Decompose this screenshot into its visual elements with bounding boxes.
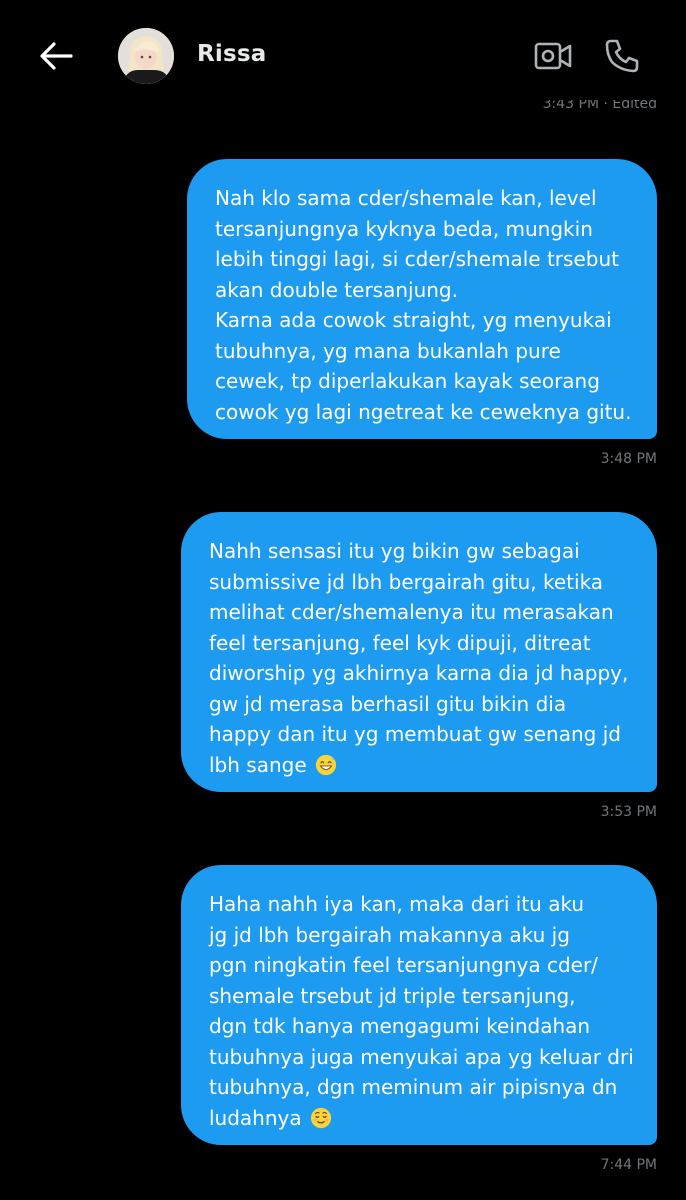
message-timestamp: 3:48 PM [600,451,657,467]
message-line: lebih tinggi lagi, si cder/shemale trseb… [215,247,619,271]
message-bubble[interactable]: Nahh sensasi itu yg bikin gw sebagai sub… [181,512,657,792]
message-line: akan double tersanjung. [215,277,458,302]
message-line: submissive jd lbh bergairah gitu, ketika [209,569,604,594]
message-line: jg jd lbh bergairah makannya aku jg [209,922,570,947]
message-line: gw jd merasa berhasil gitu bikin dia [209,691,567,716]
message-line: diworship yg akhirnya karna dia jd happy… [209,661,629,685]
message-bubble[interactable]: Haha nahh iya kan, maka dari itu aku jg … [181,865,657,1145]
avatar[interactable] [118,28,174,84]
message-line: melihat cder/shemalenya itu merasakan [209,600,614,624]
message-line-text: ludahnya [209,1105,302,1130]
message-line: tubuhnya, yg mana bukanlah pure [215,338,561,363]
video-camera-icon [534,42,572,70]
message-line: cowok yg lagi ngetreat ke ceweknya gitu. [215,399,632,424]
phone-icon [605,39,639,73]
message-line: shemale trsebut jd triple tersanjung, [209,983,576,1008]
message-line: Nahh sensasi itu yg bikin gw sebagai [209,539,580,563]
back-button[interactable] [36,36,76,76]
message-line: tersanjungnya kyknya beda, mungkin [215,216,593,241]
avatar-image [118,28,174,84]
message-line: tubuhnya juga menyukai apa yg keluar dri [209,1044,634,1069]
message-line: Haha nahh iya kan, maka dari itu aku [209,892,585,916]
message-line-text: lbh sange [209,752,307,777]
message-line: cewek, tp diperlakukan kayak seorang [215,369,600,393]
message-line: tubuhnya, dgn meminum air pipisnya dn [209,1075,618,1099]
message-line-with-emoji: lbh sange [209,750,637,781]
voice-call-button[interactable] [602,36,642,76]
message-bubble[interactable]: Nah klo sama cder/shemale kan, level ter… [187,159,657,439]
relieved-face-emoji [310,1107,332,1128]
message-line: dgn tdk hanya mengagumi keindahan [209,1014,591,1038]
video-call-button[interactable] [533,38,573,74]
conversation-header: Rissa [0,0,686,100]
message-timestamp: 3:53 PM [600,804,657,820]
message-line: Nah klo sama cder/shemale kan, level [215,186,597,210]
message-line: happy dan itu yg membuat gw senang jd [209,722,621,746]
grinning-sweat-emoji [315,754,337,775]
message-line: feel tersanjung, feel kyk dipuji, ditrea… [209,630,591,655]
message-line-with-emoji: ludahnya [209,1103,637,1134]
message-line: Karna ada cowok straight, yg menyukai [215,308,612,332]
message-timestamp: 7:44 PM [600,1157,657,1173]
message-line: pgn ningkatin feel tersanjungnya cder/ [209,953,598,977]
contact-name[interactable]: Rissa [197,41,267,67]
arrow-left-icon [40,42,73,70]
